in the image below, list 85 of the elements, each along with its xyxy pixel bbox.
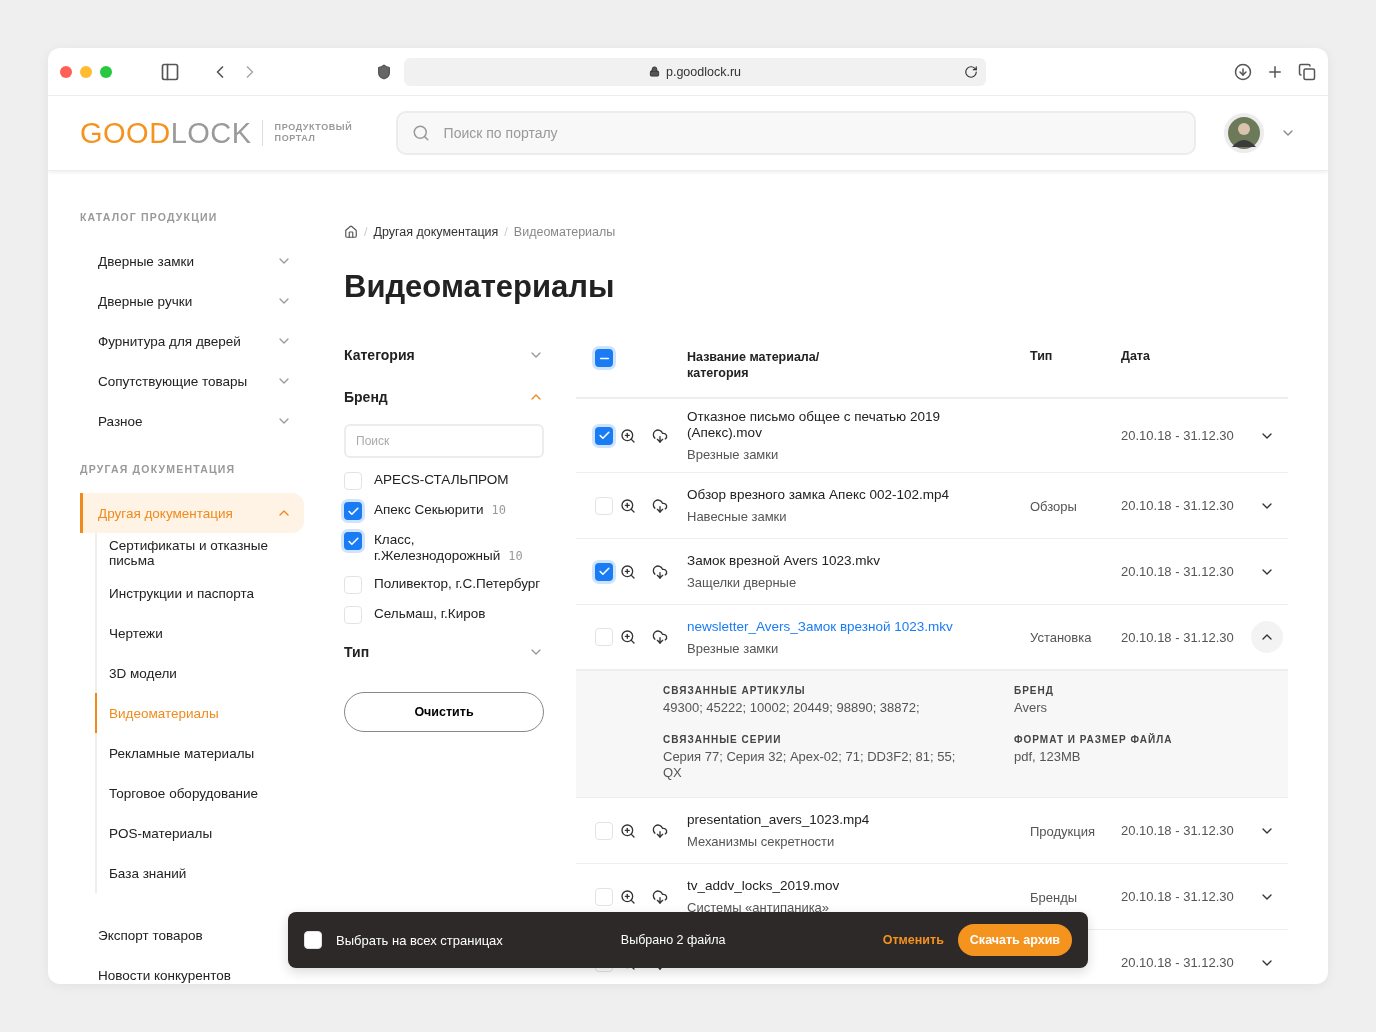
option-label: APECS-СТАЛЬПРОМ bbox=[374, 472, 509, 487]
search-placeholder: Поиск по порталу bbox=[443, 125, 558, 141]
nav-subitem[interactable]: Рекламные материалы bbox=[95, 733, 304, 773]
file-date: 20.10.18 - 31.12.30 bbox=[1121, 428, 1235, 443]
file-category: Защелки дверные bbox=[686, 575, 798, 590]
breadcrumb-link[interactable]: Другая документация bbox=[373, 225, 499, 239]
nav-subitem[interactable]: Торговое оборудование bbox=[95, 773, 304, 813]
nav-item[interactable]: Дверные замки bbox=[80, 241, 304, 281]
file-type: Продукция bbox=[1030, 823, 1096, 839]
clear-button[interactable]: Очистить bbox=[344, 692, 544, 732]
file-name[interactable]: newsletter_Avers_Замок врезной 1023.mkv bbox=[684, 618, 974, 635]
nav-item[interactable]: Фурнитура для дверей bbox=[80, 321, 304, 361]
selected-count: Выбрано 2 файла bbox=[620, 933, 726, 947]
option-count: 10 bbox=[508, 549, 523, 563]
file-category: Механизмы секретности bbox=[686, 834, 836, 849]
option-label: Класс, г.Железнодорожный bbox=[374, 532, 501, 563]
nav-label: Дверные ручки bbox=[98, 293, 193, 309]
breadcrumb-link[interactable]: Видеоматериалы bbox=[513, 225, 616, 239]
file-name[interactable]: Отказное письмо общее с печатью 2019 (Апекс).mov bbox=[684, 409, 974, 441]
nav-item[interactable]: Дверные ручки bbox=[80, 281, 304, 321]
option-count: 10 bbox=[491, 503, 506, 517]
file-date: 20.10.18 - 31.12.30 bbox=[1121, 823, 1235, 838]
section-heading: ДРУГАЯ ДОКУМЕНТАЦИЯ bbox=[80, 463, 237, 475]
option-label: Поливектор, г.С.Петербург bbox=[374, 576, 541, 591]
nav-subitem[interactable]: Чертежи bbox=[95, 613, 304, 653]
section-heading: КАТАЛОГ ПРОДУКЦИИ bbox=[80, 211, 219, 223]
nav-label: Разное bbox=[98, 413, 143, 429]
nav-subitem[interactable]: POS-материалы bbox=[95, 813, 304, 853]
detail-label: СВЯЗАННЫЕ СЕРИИ bbox=[663, 734, 783, 745]
cancel-button[interactable]: Отменить bbox=[876, 932, 950, 948]
url-text: p.goodlock.ru bbox=[665, 64, 742, 79]
nav-label: Экспорт товаров bbox=[98, 927, 203, 943]
nav-label: Дверные замки bbox=[98, 253, 195, 269]
detail-value: 49300; 45222; 10002; 20449; 98890; 38872; bbox=[663, 700, 921, 716]
detail-value: Avers bbox=[1014, 700, 1048, 716]
detail-value: Серия 77; Серия 32; Apex-02; 71; DD3F2; 81; 55; QX bbox=[663, 749, 957, 781]
file-date: 20.10.18 - 31.12.30 bbox=[1121, 629, 1235, 645]
nav-label: Сопутствующие товары bbox=[98, 373, 248, 389]
file-date: 20.10.18 - 31.12.30 bbox=[1121, 955, 1235, 970]
file-category: Врезные замки bbox=[686, 640, 780, 656]
nav-label: Другая документация bbox=[98, 505, 233, 521]
nav-item[interactable]: Разное bbox=[80, 401, 304, 441]
logo-tagline: ПРОДУКТОВЫЙ ПОРТАЛ bbox=[261, 120, 362, 146]
nav-label: Фурнитура для дверей bbox=[98, 333, 241, 349]
filter-label: Категория bbox=[344, 347, 415, 363]
column-header: Дата bbox=[1121, 349, 1151, 363]
file-name[interactable]: Замок врезной Avers 1023.mkv bbox=[684, 553, 974, 569]
file-date: 20.10.18 - 31.12.30 bbox=[1121, 564, 1235, 579]
file-category: Навесные замки bbox=[686, 509, 788, 524]
detail-label: ФОРМАТ И РАЗМЕР ФАЙЛА bbox=[1014, 734, 1174, 745]
file-category: Врезные замки bbox=[686, 447, 780, 462]
filter-search-field[interactable]: Поиск bbox=[344, 424, 544, 458]
nav-item[interactable]: Новости конкурентов bbox=[80, 955, 304, 984]
option-label: Апекс Секьюрити bbox=[374, 502, 484, 517]
filter-header[interactable]: Категория bbox=[344, 347, 544, 363]
page-title: Видеоматериалы bbox=[344, 269, 616, 305]
nav-subitem[interactable]: Сертификаты и отказные письма bbox=[95, 533, 304, 573]
breadcrumb-separator: / bbox=[364, 225, 368, 239]
filter-header[interactable]: Бренд bbox=[344, 389, 544, 405]
file-category: Системы «антипаника» bbox=[686, 900, 831, 915]
breadcrumb-separator: / bbox=[504, 225, 508, 239]
nav-subitem[interactable]: Инструкции и паспорта bbox=[95, 573, 304, 613]
file-name[interactable]: tv_addv_locks_2019.mov bbox=[684, 878, 974, 894]
detail-label: СВЯЗАННЫЕ АРТИКУЛЫ bbox=[663, 685, 807, 696]
file-name[interactable]: presentation_avers_1023.mp4 bbox=[684, 812, 974, 828]
address-bar[interactable]: p.goodlock.ru bbox=[404, 57, 986, 86]
file-date: 20.10.18 - 31.12.30 bbox=[1121, 889, 1235, 904]
column-header: Тип bbox=[1030, 349, 1054, 363]
file-date: 20.10.18 - 31.12.30 bbox=[1121, 498, 1235, 513]
option-label: Сельмаш, г.Киров bbox=[374, 606, 486, 621]
nav-subitem[interactable]: 3D модели bbox=[95, 653, 304, 693]
column-header: Название материала/ категория bbox=[686, 349, 821, 381]
nav-subitem[interactable]: База знаний bbox=[95, 853, 304, 893]
nav-item[interactable]: Сопутствующие товары bbox=[80, 361, 304, 401]
filter-label: Бренд bbox=[344, 389, 388, 405]
file-type: Бренды bbox=[1030, 889, 1078, 905]
file-type: Обзоры bbox=[1030, 498, 1077, 514]
file-type: Установка bbox=[1030, 630, 1092, 645]
detail-value: pdf, 123MB bbox=[1014, 749, 1082, 765]
filter-label: Тип bbox=[344, 644, 370, 660]
filter-header[interactable]: Тип bbox=[344, 644, 544, 660]
select-all-pages-label: Выбрать на всех страницах bbox=[336, 932, 503, 948]
detail-label: БРЕНД bbox=[1014, 685, 1055, 696]
file-name[interactable]: Обзор врезного замка Апекс 002-102.mp4 bbox=[684, 487, 974, 503]
nav-label: Новости конкурентов bbox=[98, 967, 231, 983]
